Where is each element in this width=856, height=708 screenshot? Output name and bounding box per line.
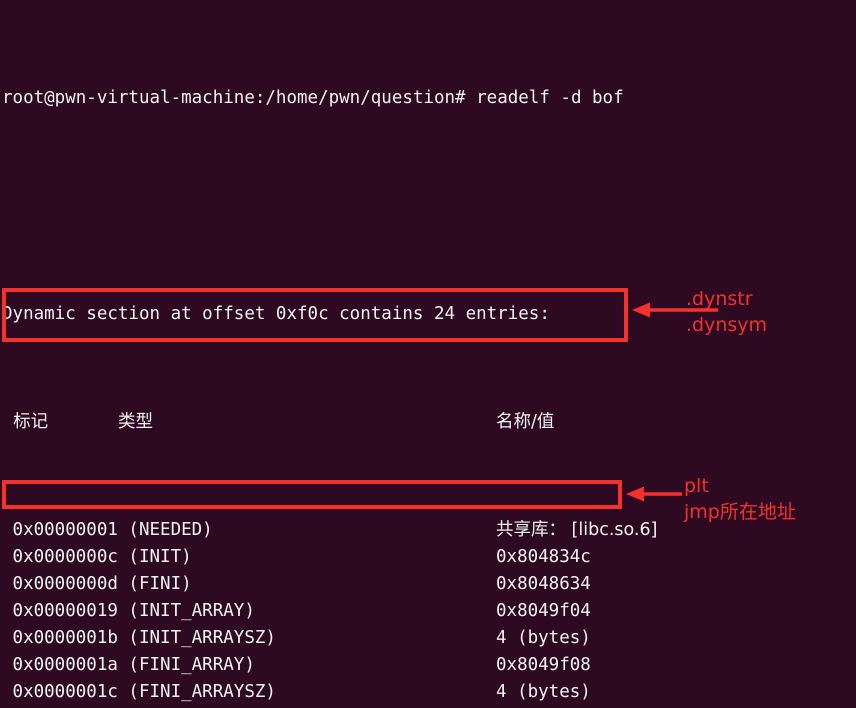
entry-tag-type: 0x0000001c (FINI_ARRAYSZ) [2, 682, 276, 702]
dynamic-section-summary: Dynamic section at offset 0xf0c contains… [2, 304, 550, 324]
column-header-tag: 标记 [2, 412, 49, 432]
entry-value: 共享库： [libc.so.6] [496, 520, 658, 540]
table-row: 0x0000000c (INIT) 0x804834c [2, 544, 856, 571]
entry-value: 4 (bytes) [496, 628, 591, 648]
table-row: 0x00000001 (NEEDED) 共享库： [libc.so.6] [2, 517, 856, 544]
table-header-row: 标记 类型 名称/值 [2, 409, 856, 436]
shell-prompt: root@pwn-virtual-machine:/home/pwn/quest… [2, 88, 466, 108]
entry-value: 0x8049f08 [496, 655, 591, 675]
table-row: 0x0000001b (INIT_ARRAYSZ) 4 (bytes) [2, 625, 856, 652]
table-row: 0x00000019 (INIT_ARRAY) 0x8049f04 [2, 598, 856, 625]
column-header-value: 名称/值 [496, 412, 555, 432]
dynamic-entries-table: 0x00000001 (NEEDED) 共享库： [libc.so.6] 0x00… [2, 517, 856, 708]
table-row: 0x0000000d (FINI) 0x8048634 [2, 571, 856, 598]
terminal-output[interactable]: root@pwn-virtual-machine:/home/pwn/quest… [0, 0, 856, 708]
shell-command: readelf -d bof [465, 88, 624, 108]
table-row: 0x0000001a (FINI_ARRAY) 0x8049f08 [2, 652, 856, 679]
entry-value: 0x804834c [496, 547, 591, 567]
entry-value: 0x8048634 [496, 574, 591, 594]
terminal-window: root@pwn-virtual-machine:/home/pwn/quest… [0, 0, 856, 708]
entry-value: 0x8049f04 [496, 601, 591, 621]
entry-tag-type: 0x00000019 (INIT_ARRAY) [2, 601, 255, 621]
entry-tag-type: 0x0000001a (FINI_ARRAY) [2, 655, 255, 675]
table-row: 0x0000001c (FINI_ARRAYSZ) 4 (bytes) [2, 679, 856, 706]
entry-tag-type: 0x00000001 (NEEDED) [2, 520, 213, 540]
column-header-type: 类型 [118, 412, 153, 432]
entry-tag-type: 0x0000001b (INIT_ARRAYSZ) [2, 628, 276, 648]
entry-tag-type: 0x0000000c (INIT) [2, 547, 192, 567]
entry-value: 4 (bytes) [496, 682, 591, 702]
command-prompt-line: root@pwn-virtual-machine:/home/pwn/quest… [2, 85, 856, 112]
entry-tag-type: 0x0000000d (FINI) [2, 574, 192, 594]
